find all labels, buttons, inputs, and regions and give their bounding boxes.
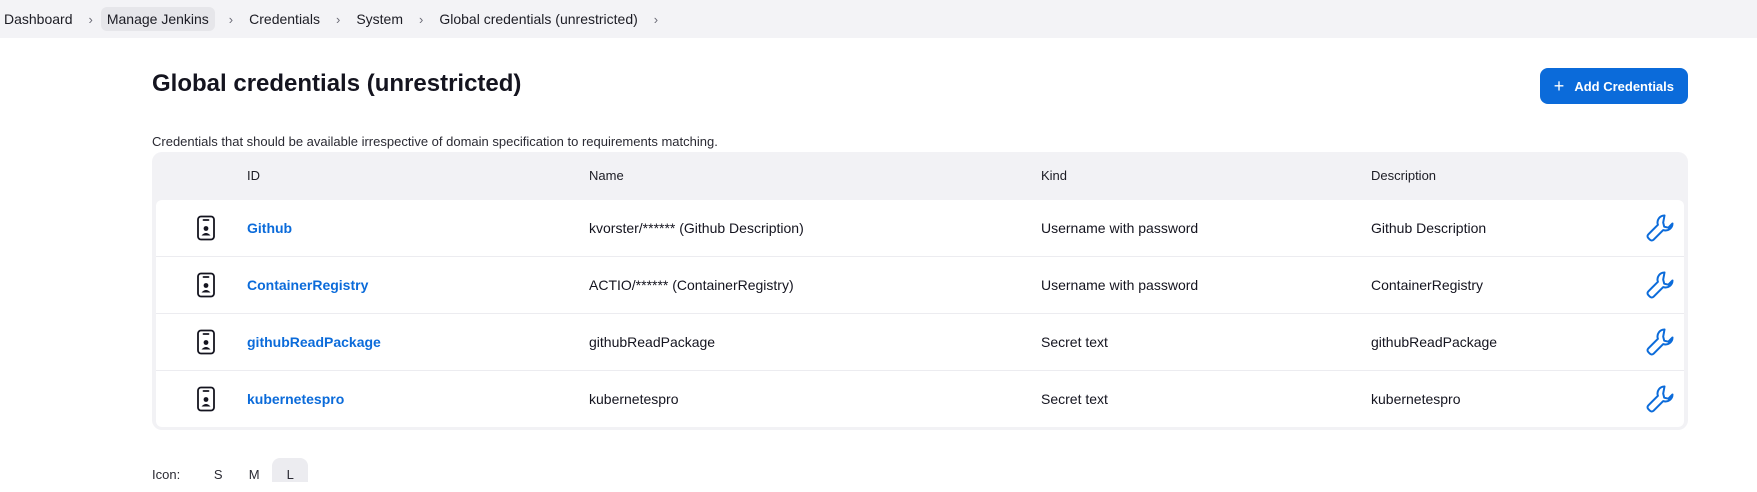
column-header-description: Description [1371,168,1437,183]
credential-description: Github Description [1371,220,1487,236]
wrench-icon[interactable] [1644,269,1676,301]
add-credentials-label: Add Credentials [1574,78,1674,94]
icon-size-selector: Icon: S M L [152,458,309,482]
icon-size-medium[interactable]: M [236,458,272,482]
add-credentials-button[interactable]: + Add Credentials [1539,68,1688,104]
icon-size-large[interactable]: L [272,458,309,482]
breadcrumb-item-manage-jenkins[interactable]: Manage Jenkins [100,7,215,31]
credential-kind: Username with password [1041,220,1199,236]
credential-name: ACTIO/****** (ContainerRegistry) [589,277,794,293]
breadcrumb-item-credentials[interactable]: Credentials [247,11,322,27]
credential-name: githubReadPackage [589,334,716,350]
credential-id-link[interactable]: Github [247,220,292,236]
table-row: Github kvorster/****** (Github Descripti… [156,200,1684,257]
column-header-id: ID [247,168,260,183]
table-row: ContainerRegistry ACTIO/****** (Containe… [156,257,1684,314]
table-body: Github kvorster/****** (Github Descripti… [156,200,1684,427]
credential-description: githubReadPackage [1371,334,1498,350]
breadcrumb-label: Global credentials (unrestricted) [439,11,638,27]
credential-name: kubernetespro [589,391,679,407]
chevron-right-icon: › [419,11,424,27]
credential-id-link[interactable]: githubReadPackage [247,334,381,350]
credential-kind: Username with password [1041,277,1199,293]
wrench-icon[interactable] [1644,383,1676,415]
credential-badge-icon [197,329,215,355]
table-header: ID Name Kind Description [152,152,1688,196]
chevron-right-icon[interactable]: › [654,12,658,27]
breadcrumb-item-dashboard[interactable]: Dashboard [2,11,75,27]
breadcrumb-label: Credentials [249,11,320,27]
credential-id-link[interactable]: kubernetespro [247,391,344,407]
breadcrumb-label: Manage Jenkins [100,7,215,31]
domain-description: Credentials that should be available irr… [152,134,718,149]
breadcrumb-item-global-credentials[interactable]: Global credentials (unrestricted) [437,11,639,27]
breadcrumb-label: System [356,11,403,27]
chevron-right-icon: › [88,11,93,27]
credential-badge-icon [197,215,215,241]
credential-kind: Secret text [1041,391,1108,407]
credentials-table: ID Name Kind Description Github kvorster… [152,152,1688,430]
breadcrumb-item-system[interactable]: System [354,11,405,27]
column-header-name: Name [589,168,624,183]
wrench-icon[interactable] [1644,212,1676,244]
plus-icon: + [1553,76,1565,96]
icon-size-small[interactable]: S [200,458,236,482]
column-header-kind: Kind [1041,168,1068,183]
breadcrumb-label: Dashboard [4,11,73,27]
chevron-right-icon: › [228,11,234,27]
icon-size-label: Icon: [152,467,181,482]
chevron-right-icon: › [335,11,341,27]
table-row: githubReadPackage githubReadPackage Secr… [156,314,1684,371]
credential-badge-icon [197,386,215,412]
page-title: Global credentials (unrestricted) [152,70,522,97]
credential-kind: Secret text [1041,334,1108,350]
credential-id-link[interactable]: ContainerRegistry [247,277,368,293]
credential-name: kvorster/****** (Github Description) [589,220,804,236]
credential-description: ContainerRegistry [1371,277,1484,293]
credential-description: kubernetespro [1371,391,1461,407]
wrench-icon[interactable] [1644,326,1676,358]
credential-badge-icon [197,272,215,298]
breadcrumb: Dashboard › Manage Jenkins › Credentials… [0,0,1757,38]
table-row: kubernetespro kubernetespro Secret text … [156,371,1684,427]
